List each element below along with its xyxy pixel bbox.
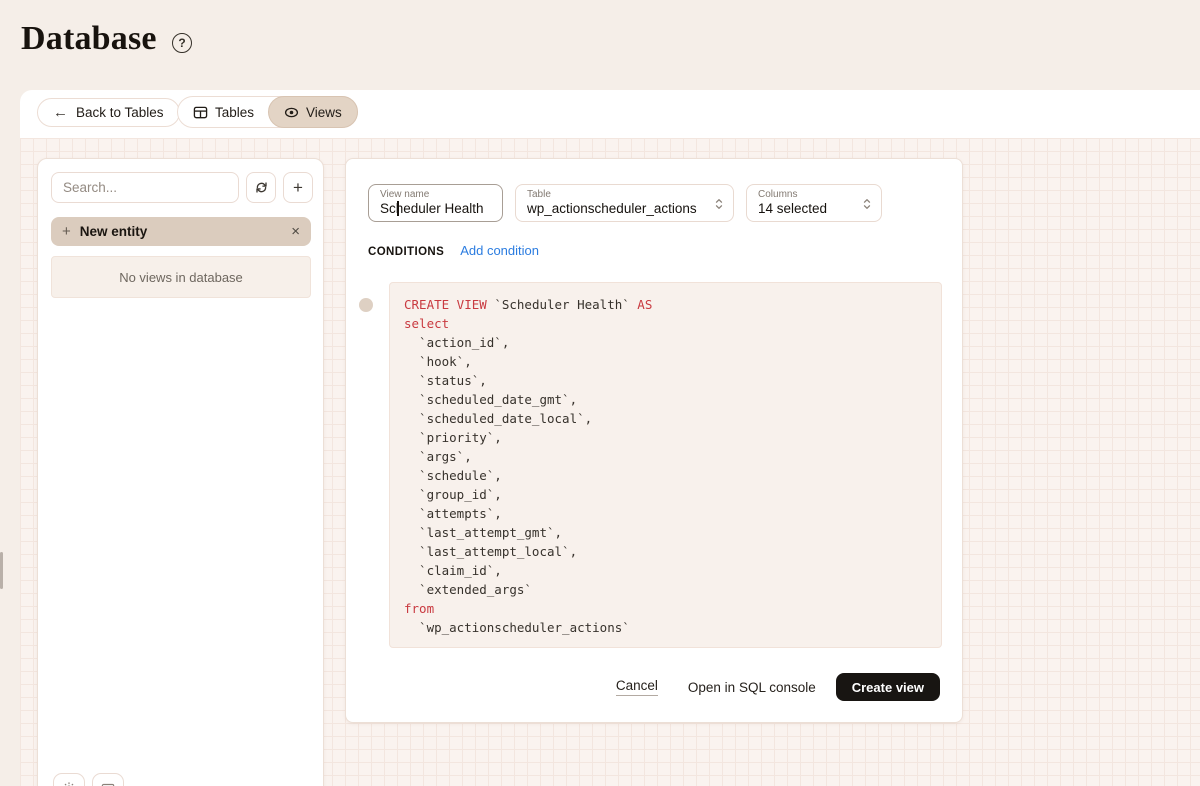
settings-button[interactable]: [53, 773, 85, 786]
help-icon[interactable]: ?: [172, 33, 192, 53]
keyboard-shortcuts-button[interactable]: [92, 773, 124, 786]
empty-state-message: No views in database: [119, 270, 243, 285]
columns-select[interactable]: Columns 14 selected: [746, 184, 882, 222]
back-to-tables-label: Back to Tables: [76, 105, 164, 120]
chevron-updown-icon: [861, 196, 873, 212]
text-caret: [397, 201, 399, 216]
views-sidebar-panel: + + New entity × No views in database: [37, 158, 324, 786]
plus-icon: +: [293, 179, 303, 196]
add-condition-link[interactable]: Add condition: [460, 243, 539, 258]
conditions-label: CONDITIONS: [368, 246, 444, 258]
empty-state-box: No views in database: [51, 256, 311, 298]
tables-views-segmented-control: Tables Views: [177, 96, 358, 128]
tab-tables[interactable]: Tables: [178, 97, 269, 127]
sidebar-item-new-entity[interactable]: + New entity ×: [51, 217, 311, 246]
close-icon[interactable]: ×: [291, 224, 300, 239]
tab-tables-label: Tables: [215, 105, 254, 120]
create-view-button[interactable]: Create view: [836, 673, 940, 701]
sidebar-search-row: +: [51, 172, 310, 203]
conditions-row: CONDITIONS Add condition: [368, 243, 539, 258]
page-title: Database: [21, 20, 157, 58]
tab-views[interactable]: Views: [268, 96, 358, 128]
sql-preview-block[interactable]: CREATE VIEW `Scheduler Health` ASselect …: [389, 282, 942, 648]
table-select-value: wp_actionscheduler_actions: [527, 201, 722, 217]
gear-icon: [62, 781, 76, 786]
add-view-button[interactable]: +: [283, 172, 313, 203]
cancel-button[interactable]: Cancel: [616, 678, 658, 696]
tab-views-label: Views: [306, 105, 342, 120]
refresh-button[interactable]: [246, 172, 276, 203]
scroll-handle[interactable]: [0, 552, 3, 589]
table-icon: [193, 105, 208, 120]
new-entity-label: New entity: [80, 224, 148, 239]
back-to-tables-button[interactable]: ← Back to Tables: [37, 98, 180, 127]
database-app-screen: Database ? ← Back to Tables Tables: [0, 0, 1200, 786]
left-arrow-icon: ←: [53, 105, 68, 120]
view-editor-panel: View name Scheduler Health Table wp_acti…: [345, 158, 963, 723]
columns-select-value: 14 selected: [758, 201, 870, 217]
keyboard-icon: [101, 781, 115, 786]
sidebar-bottom-actions: [53, 773, 124, 786]
open-in-sql-console-button[interactable]: Open in SQL console: [688, 680, 816, 695]
editor-footer: Cancel Open in SQL console Create view: [616, 673, 940, 701]
eye-icon: [284, 105, 299, 120]
toolbar: ← Back to Tables Tables: [20, 90, 1200, 138]
table-select-label: Table: [527, 189, 722, 201]
plus-icon: +: [62, 224, 71, 239]
view-name-field[interactable]: View name Scheduler Health: [368, 184, 503, 222]
code-bullet-dot: [359, 298, 373, 312]
table-select[interactable]: Table wp_actionscheduler_actions: [515, 184, 734, 222]
columns-select-label: Columns: [758, 189, 870, 201]
view-name-label: View name: [380, 189, 491, 201]
search-input[interactable]: [51, 172, 239, 203]
refresh-icon: [254, 180, 269, 195]
chevron-updown-icon: [713, 196, 725, 212]
sql-code: CREATE VIEW `Scheduler Health` ASselect …: [404, 295, 927, 637]
